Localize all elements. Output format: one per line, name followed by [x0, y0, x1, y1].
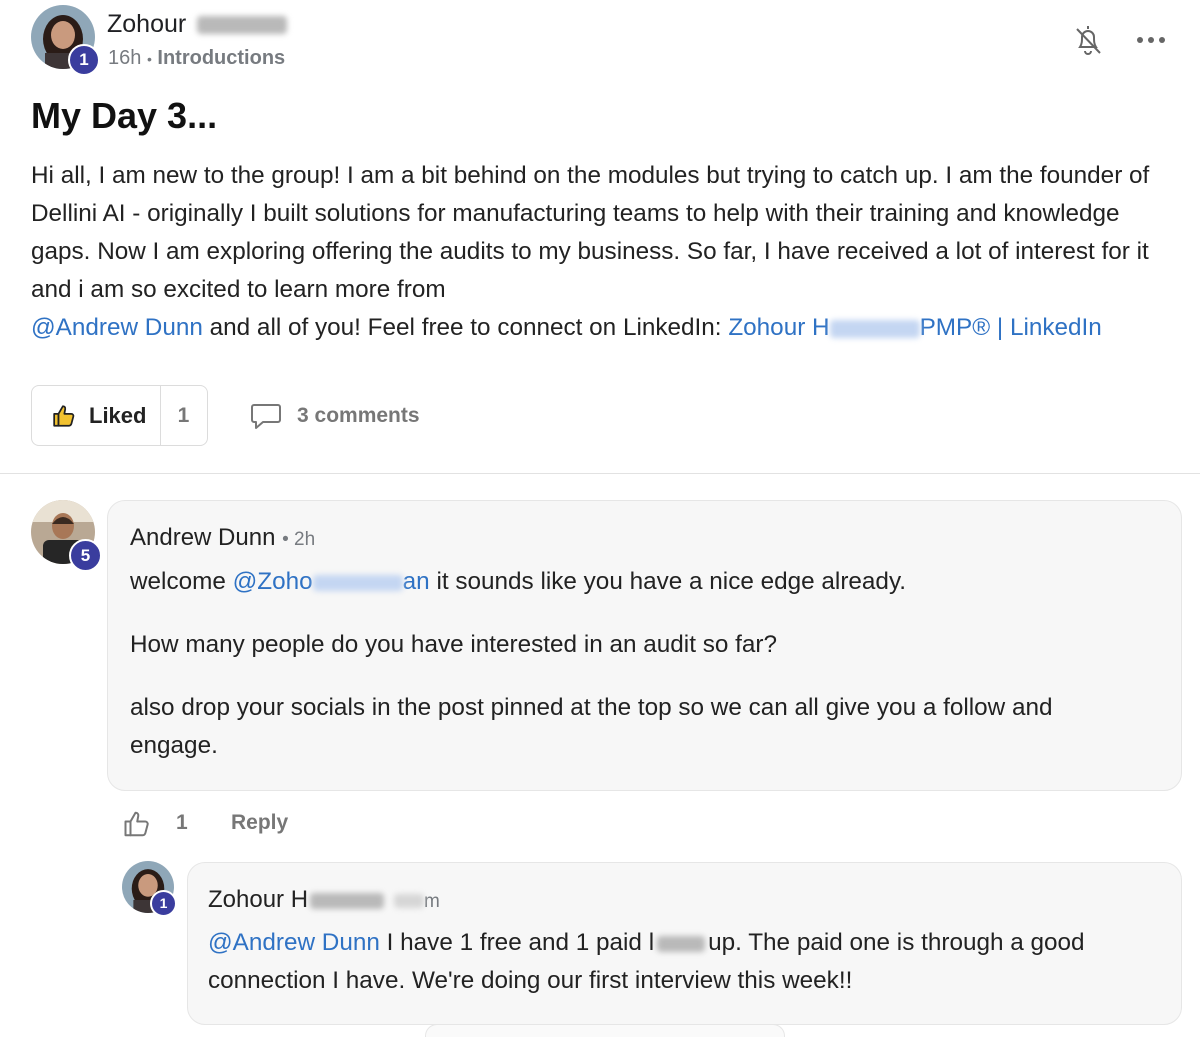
like-button[interactable]: Liked: [32, 386, 161, 445]
comment-line-1: welcome @Zoho an it sounds like you have …: [130, 563, 1160, 601]
linkedin-link[interactable]: Zohour H PMP® | LinkedIn: [728, 314, 1102, 341]
mention-link[interactable]: @Andrew Dunn: [208, 929, 380, 956]
post-time: 16h: [108, 47, 142, 69]
reply-time-tail: m: [424, 891, 440, 912]
post-author-name[interactable]: Zohour: [107, 9, 288, 39]
mention-link-start[interactable]: @Zoho: [233, 568, 313, 595]
comment-author-level-badge: 5: [69, 539, 102, 572]
comment-bubble: Andrew Dunn • 2h welcome @Zoho an it soun…: [107, 500, 1182, 791]
redacted-time: [394, 893, 425, 908]
comment-time-value: 2h: [294, 529, 316, 550]
post-divider: [0, 473, 1200, 474]
post-meta: 16h • Introductions: [108, 46, 285, 71]
reply-button[interactable]: Reply: [231, 810, 288, 836]
linkedin-link-suffix[interactable]: PMP® | LinkedIn: [920, 314, 1102, 341]
thumbs-up-icon[interactable]: [120, 806, 156, 842]
reply-header: Zohour H m: [208, 885, 440, 917]
comment-time: • 2h: [282, 529, 316, 550]
reply-bubble: Zohour H m @Andrew Dunn I have 1 free and…: [187, 862, 1182, 1025]
comments-count-label: 3 comments: [297, 404, 420, 427]
reply-text-a: I have 1 free and 1 paid l: [379, 929, 655, 956]
post-body: Hi all, I am new to the group! I am a bi…: [31, 157, 1181, 347]
redacted-surname: [197, 16, 288, 35]
comment-bubble-icon: [250, 401, 282, 431]
mention-link[interactable]: @Andrew Dunn: [31, 314, 203, 341]
comment-line-3: also drop your socials in the post pinne…: [130, 694, 1053, 759]
like-button-label: Liked: [89, 402, 147, 428]
post-body-text-2: and all of you! Feel free to connect on …: [202, 314, 729, 341]
bell-off-icon[interactable]: [1066, 18, 1110, 62]
post-body-text: Hi all, I am new to the group! I am a bi…: [31, 162, 1150, 303]
redacted-surname: [310, 892, 385, 909]
redacted-linkedin-name: [829, 319, 920, 338]
comment-like-count: 1: [176, 811, 188, 834]
thumbs-up-icon: [52, 403, 78, 429]
post-author-level-badge: 1: [68, 44, 100, 76]
comments-button[interactable]: 3 comments: [250, 398, 420, 434]
post-body-line-last: @Andrew Dunn and all of you! Feel free t…: [31, 309, 1181, 347]
post-author-first[interactable]: Zohour: [107, 10, 186, 38]
reply-author-level-badge: 1: [150, 890, 177, 917]
mention-link-end[interactable]: an: [403, 568, 430, 595]
meta-separator: •: [146, 51, 152, 67]
comment-text-rest: it sounds like you have a nice edge alre…: [429, 568, 907, 595]
mention-link[interactable]: @Zoho an: [233, 568, 430, 595]
linkedin-link-prefix[interactable]: Zohour H: [728, 314, 829, 341]
reply-text: @Andrew Dunn I have 1 free and 1 paid lu…: [208, 924, 1168, 1000]
redacted-mention: [312, 574, 403, 591]
like-button-group: Liked 1: [31, 385, 208, 446]
comment-line-2: How many people do you have interested i…: [130, 631, 777, 658]
comment-text-prefix: welcome: [130, 568, 233, 595]
reply-author-name[interactable]: Zohour H: [208, 886, 308, 913]
next-item-edge: [425, 1024, 785, 1037]
comment-author-name[interactable]: Andrew Dunn: [130, 524, 275, 551]
post-title: My Day 3...: [31, 95, 218, 136]
redacted-word: [657, 935, 706, 952]
like-count[interactable]: 1: [160, 386, 207, 445]
post-category[interactable]: Introductions: [157, 47, 285, 69]
more-horizontal-icon[interactable]: [1130, 22, 1172, 58]
comment-header: Andrew Dunn • 2h: [130, 523, 315, 555]
